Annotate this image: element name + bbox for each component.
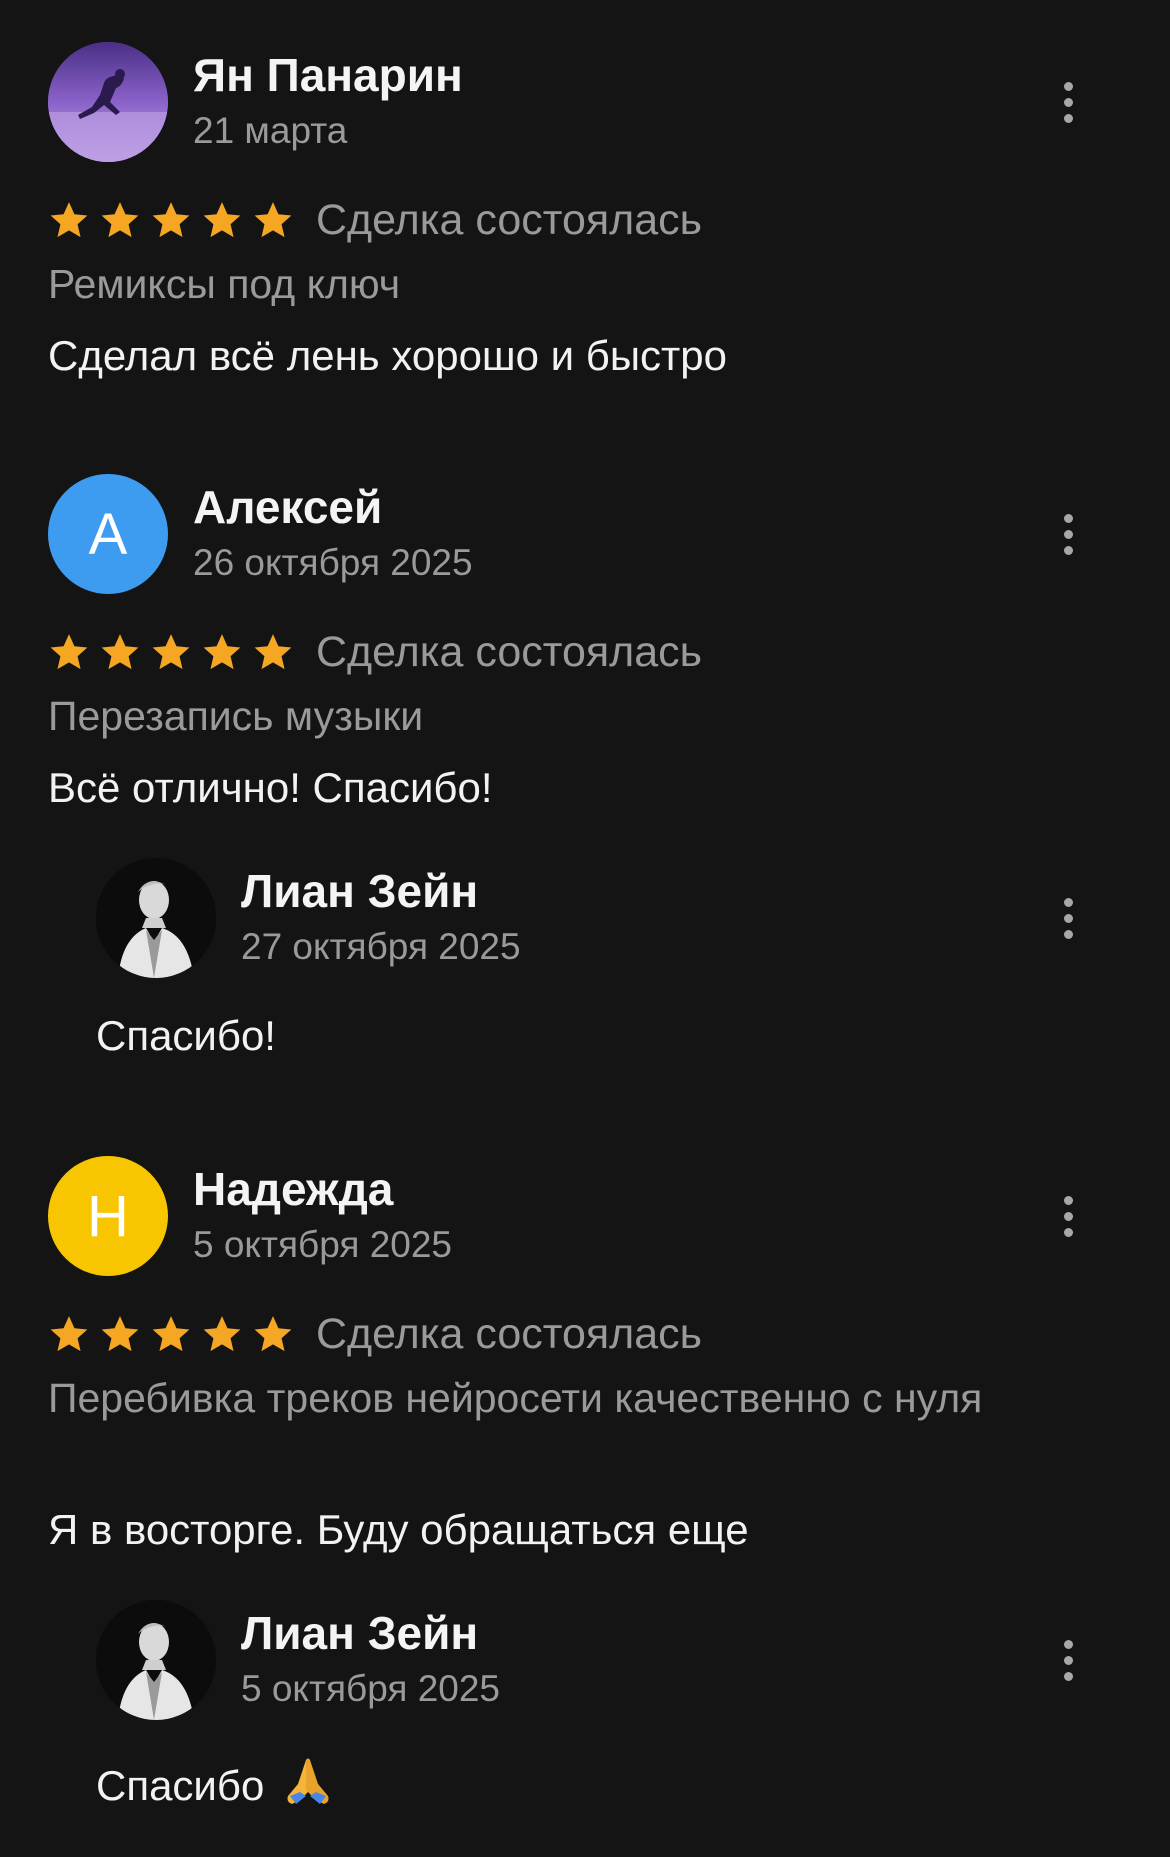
more-options-icon[interactable] [1050,1186,1086,1246]
avatar[interactable]: А [48,474,168,594]
star-icon [101,202,139,238]
seller-reply: Лиан Зейн 5 октября 2025 Спасибо [48,1600,1170,1809]
review-date: 26 октября 2025 [193,542,473,583]
rating-row: Сделка состоялась [48,627,702,677]
star-icon [101,634,139,670]
star-icon [50,202,88,238]
review-card: Ян Панарин 21 марта Сделка состоялась Ре… [0,42,1170,379]
star-icon [203,634,241,670]
author-name: Лиан Зейн [241,1607,479,1659]
author-name: Ян Панарин [193,49,463,101]
review-card: А Алексей 26 октября 2025 Сделка состоял… [0,474,1170,1059]
star-icon [254,202,292,238]
star-icon [50,634,88,670]
review-header: Н Надежда 5 октября 2025 [0,1156,1170,1276]
more-options-icon[interactable] [1050,888,1086,948]
avatar[interactable] [96,858,216,978]
review-header: Ян Панарин 21 марта [0,42,1170,162]
portrait-photo-avatar [96,1600,216,1720]
star-icon [203,1316,241,1352]
deal-status: Сделка состоялась [316,1309,703,1358]
star-icon [203,202,241,238]
service-name: Ремиксы под ключ [48,261,401,307]
more-options-icon[interactable] [1050,504,1086,564]
deal-status: Сделка состоялась [316,195,703,244]
avatar-letter: Н [87,1183,129,1249]
author-name: Лиан Зейн [241,865,479,917]
star-rating [48,631,294,673]
review-text: Я в восторге. Буду обращаться еще [48,1506,749,1553]
reply-text: Спасибо! [96,1012,276,1059]
reply-date: 5 октября 2025 [241,1668,500,1709]
star-rating [48,199,294,241]
review-text: Всё отлично! Спасибо! [48,764,493,811]
avatar[interactable] [96,1600,216,1720]
avatar[interactable] [48,42,168,162]
rating-row: Сделка состоялась [48,195,702,245]
reply-date: 27 октября 2025 [241,926,521,967]
star-icon [101,1316,139,1352]
star-icon [152,202,190,238]
star-rating [48,1313,294,1355]
avatar-letter: А [88,501,128,567]
skater-photo-avatar [48,42,168,162]
review-text: Сделал всё лень хорошо и быстро [48,332,727,379]
reply-header: Лиан Зейн 27 октября 2025 [48,858,1170,978]
more-options-icon[interactable] [1050,1630,1086,1690]
rating-row: Сделка состоялась [48,1309,702,1359]
author-name: Надежда [193,1163,394,1215]
star-icon [152,1316,190,1352]
deal-status: Сделка состоялась [316,627,703,676]
avatar[interactable]: Н [48,1156,168,1276]
review-date: 21 марта [193,110,348,151]
review-card: Н Надежда 5 октября 2025 Сделка состояла… [0,1156,1170,1809]
author-name: Алексей [193,481,383,533]
more-options-icon[interactable] [1050,72,1086,132]
service-name: Перезапись музыки [48,693,424,739]
folded-hands-icon [287,1758,329,1804]
review-header: А Алексей 26 октября 2025 [0,474,1170,594]
star-icon [152,634,190,670]
portrait-photo-avatar [96,858,216,978]
service-name: Перебивка треков нейросети качественно с… [48,1375,983,1421]
reply-header: Лиан Зейн 5 октября 2025 [48,1600,1170,1720]
star-icon [254,634,292,670]
seller-reply: Лиан Зейн 27 октября 2025 Спасибо! [48,858,1170,1059]
star-icon [50,1316,88,1352]
reply-text-row: Спасибо [96,1756,1146,1810]
star-icon [254,1316,292,1352]
review-date: 5 октября 2025 [193,1224,452,1265]
reply-text: Спасибо [96,1762,265,1809]
